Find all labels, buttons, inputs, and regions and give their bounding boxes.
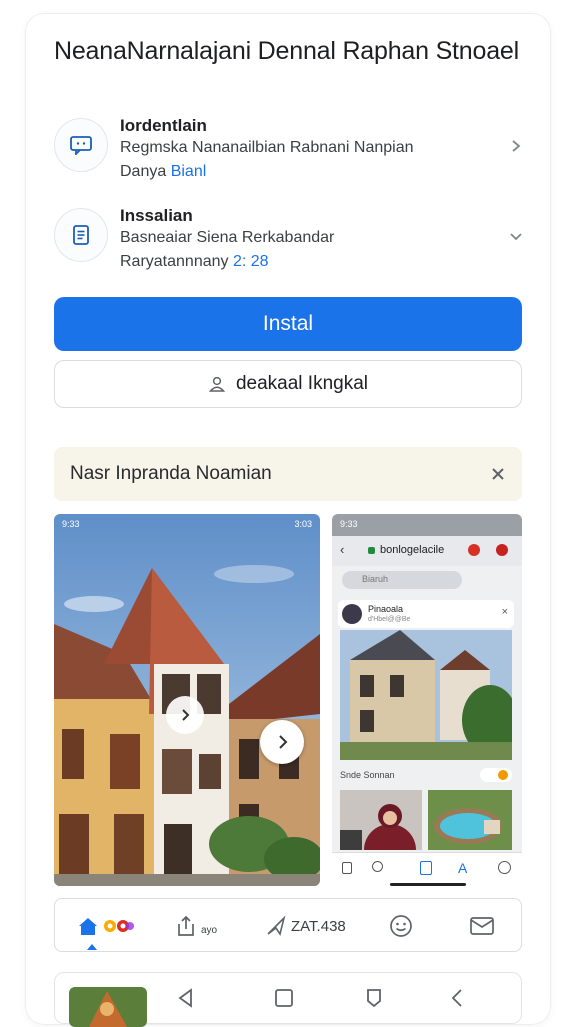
permission-title: Inssalian (120, 206, 193, 225)
app-dot-icon (368, 547, 375, 554)
permission-title: Iordentlain (120, 116, 207, 135)
document-icon (54, 208, 108, 262)
tab-emoji[interactable] (389, 911, 413, 941)
tab-home[interactable] (77, 911, 135, 950)
thumbnail-image (69, 987, 147, 1027)
share-icon (178, 915, 194, 936)
library-icon[interactable] (420, 861, 432, 875)
chevron-left-icon[interactable] (447, 987, 469, 1009)
active-tab-indicator (87, 944, 97, 950)
message-icon (54, 118, 108, 172)
alert-icon (468, 544, 480, 556)
permission-description: Basneaiar Siena Rerkabandar (120, 229, 335, 246)
notification-subtitle: d'Hbel@@Be (368, 616, 411, 623)
chevron-right-icon (182, 709, 190, 721)
back-triangle-icon[interactable] (175, 987, 197, 1009)
install-button[interactable]: Instal (54, 297, 522, 351)
permission-description: Regmska Nananailbian Rabnani Nanpian (120, 139, 414, 156)
send-icon (267, 915, 286, 936)
smiley-icon (390, 915, 412, 937)
permission-detail-text: Danya (120, 163, 171, 180)
preview-notification-card: Pinaoala d'Hbel@@Be × (338, 600, 514, 628)
permission-row-storage[interactable]: Inssalian Basneaiar Siena Rerkabandar Ra… (54, 206, 524, 276)
permission-detail-text: Raryatannnany (120, 253, 233, 270)
preview-search-placeholder: Biaruh (362, 574, 389, 584)
preview-bottom-nav: A (332, 852, 522, 886)
preview-search-bar[interactable]: Biaruh (342, 571, 462, 589)
carousel-next-button[interactable] (166, 696, 204, 734)
page-title: NeanaNarnalajani Dennal Raphan Stnoael (54, 37, 519, 65)
preview-person-photo (340, 790, 422, 850)
shield-icon[interactable] (363, 987, 385, 1009)
close-icon[interactable]: × (502, 606, 508, 618)
chevron-right-icon (512, 140, 521, 152)
permission-detail: Raryatannnany 2: 28 (120, 253, 269, 271)
stat-value: ZAT.438 (291, 917, 346, 935)
home-icon (79, 918, 97, 935)
preview-app-title: bonlogelacile (380, 544, 445, 556)
status-time: 9:33 (340, 519, 358, 529)
share-label: ayo (201, 924, 218, 936)
status-bar: 9:33 3:03 (54, 514, 320, 536)
system-navigation-bar (54, 972, 522, 1027)
chevron-down-icon (510, 233, 522, 241)
screenshot-building[interactable]: 9:33 3:03 (54, 514, 320, 886)
permission-detail: Danya Bianl (120, 163, 206, 181)
apps-icon[interactable]: A (458, 860, 467, 876)
permission-detail-link[interactable]: 2: 28 (233, 253, 269, 270)
tab-stats[interactable]: ZAT.438 (265, 911, 346, 941)
preview-status-bar: 9:33 (332, 514, 522, 536)
recent-app-thumbnail[interactable] (69, 987, 147, 1027)
screenshot-app-preview[interactable]: 9:33 ‹ bonlogelacile Biaruh Pinaoala d'H… (332, 514, 522, 886)
toggle-knob (498, 770, 508, 780)
home-square-icon[interactable] (273, 987, 295, 1009)
preview-building-photo (340, 630, 512, 760)
chevron-right-icon (279, 735, 288, 749)
alert-icon (496, 544, 508, 556)
secondary-action-button[interactable]: deakaal Ikngkal (54, 360, 522, 408)
settings-icon[interactable] (498, 861, 511, 874)
search-icon[interactable] (372, 861, 383, 872)
permission-row-messages[interactable]: Iordentlain Regmska Nananailbian Rabnani… (54, 116, 524, 186)
avatar (342, 604, 362, 624)
close-icon[interactable] (488, 464, 508, 484)
tab-share[interactable]: ayo (175, 911, 217, 941)
info-banner: Nasr Inpranda Noamian (54, 447, 522, 501)
secondary-action-label: deakaal Ikngkal (235, 373, 369, 394)
tab-mail[interactable] (469, 911, 495, 941)
multicolor-logo-icon (104, 920, 134, 932)
preview-section-label: Snde Sonnan (340, 770, 395, 780)
mail-icon (470, 917, 494, 935)
preview-pool-photo (428, 790, 512, 850)
person-icon (208, 376, 226, 392)
home-icon[interactable] (342, 862, 352, 874)
permission-detail-link[interactable]: Bianl (171, 163, 207, 180)
status-time: 9:33 (62, 519, 80, 529)
preview-app-bar: ‹ bonlogelacile (332, 536, 522, 566)
carousel-next-button-large[interactable] (260, 720, 304, 764)
banner-text: Nasr Inpranda Noamian (70, 463, 272, 484)
back-arrow-icon[interactable]: ‹ (340, 542, 344, 557)
bottom-tab-bar: ayo ZAT.438 (54, 898, 522, 952)
status-right: 3:03 (294, 519, 312, 529)
notification-title: Pinaoala (368, 604, 404, 614)
gesture-bar (390, 883, 466, 886)
